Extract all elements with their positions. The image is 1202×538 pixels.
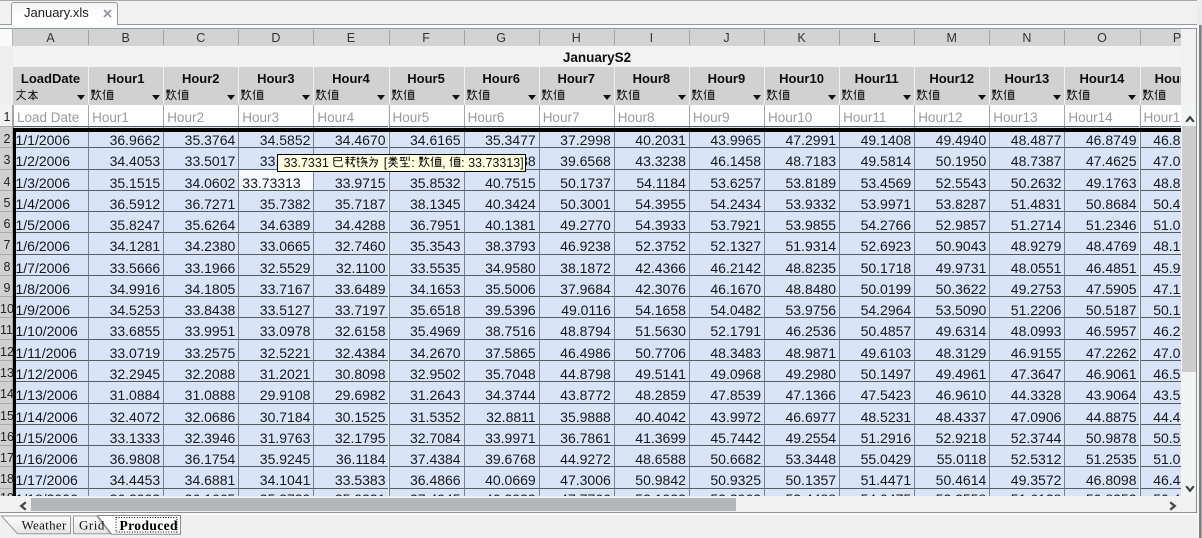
svg-text:Produced: Produced (120, 517, 179, 532)
svg-text:Grid: Grid (79, 517, 105, 532)
svg-text:Weather: Weather (22, 517, 67, 532)
